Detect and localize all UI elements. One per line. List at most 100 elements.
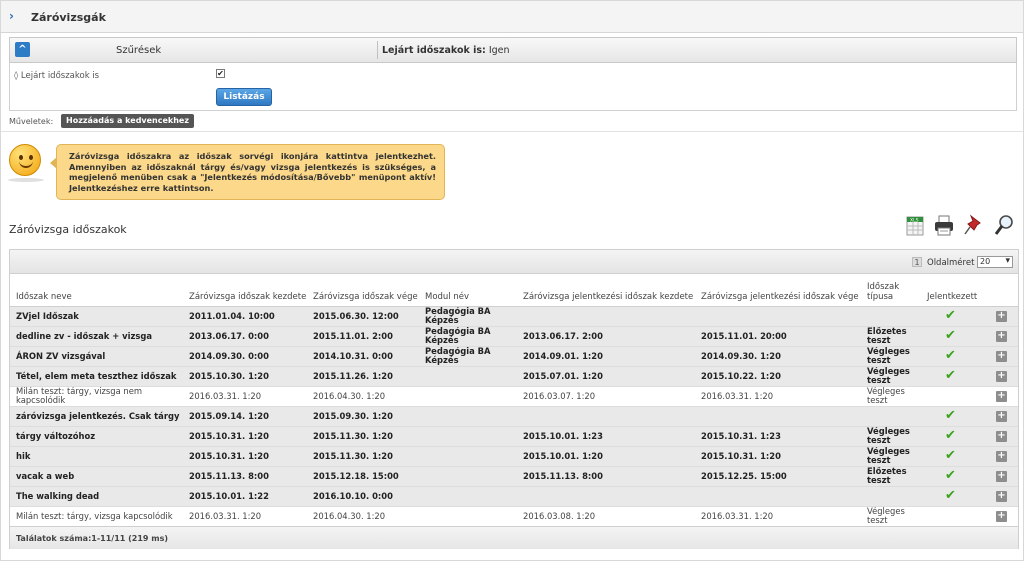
- table-row[interactable]: ZVjel Időszak 2011.01.04. 10:00 2015.06.30…: [10, 306, 1018, 327]
- filter-summary-label: Lejárt időszakok is:: [382, 45, 486, 56]
- period-type-cell: [861, 406, 921, 427]
- row-menu-plus-icon[interactable]: +: [996, 490, 1007, 502]
- period-end-cell: 2015.11.30. 1:20: [307, 426, 419, 447]
- row-menu-plus-icon[interactable]: +: [996, 430, 1007, 442]
- application-start-cell: 2015.10.01. 1:23: [517, 426, 695, 447]
- period-name-cell: tárgy változóhoz: [10, 426, 183, 447]
- table-row[interactable]: The walking dead 2015.10.01. 1:22 2016.10.…: [10, 486, 1018, 507]
- column-header[interactable]: Időszak típusa: [861, 274, 921, 307]
- row-menu-plus-icon[interactable]: +: [996, 350, 1007, 362]
- application-end-cell: 2015.11.01. 20:00: [695, 326, 861, 347]
- table-row[interactable]: hik 2015.10.31. 1:20 2015.11.30. 1:20 2015.…: [10, 446, 1018, 467]
- application-start-cell: 2015.07.01. 1:20: [517, 366, 695, 387]
- period-end-cell: 2016.04.30. 1:20: [307, 506, 419, 527]
- column-header[interactable]: Jelentkezett: [921, 274, 986, 307]
- expired-periods-checkbox[interactable]: ✔: [216, 69, 225, 78]
- page-size-label: Oldalméret: [927, 258, 975, 268]
- period-name-cell: The walking dead: [10, 486, 183, 507]
- applied-cell: ✔: [921, 426, 986, 447]
- table-row[interactable]: Milán teszt: tárgy, vizsga nem kapcsolód…: [10, 386, 1018, 407]
- module-name-cell: [419, 486, 517, 507]
- table-row[interactable]: Milán teszt: tárgy, vizsga kapcsolódik 20…: [10, 506, 1018, 527]
- table-row[interactable]: ÁRON ZV vizsgával 2014.09.30. 0:00 2014.10…: [10, 346, 1018, 367]
- period-type-cell: [861, 486, 921, 507]
- period-name-cell: Tétel, elem meta teszthez időszak: [10, 366, 183, 387]
- row-menu-plus-icon[interactable]: +: [996, 510, 1007, 522]
- checkmark-icon: ✔: [945, 348, 956, 363]
- period-start-cell: 2015.10.31. 1:20: [183, 446, 307, 467]
- row-menu-plus-icon[interactable]: +: [996, 410, 1007, 422]
- checkmark-icon: ✔: [945, 448, 956, 463]
- row-menu-plus-icon[interactable]: +: [996, 450, 1007, 462]
- application-start-cell: 2015.10.01. 1:20: [517, 446, 695, 467]
- checkmark-icon: ✔: [945, 308, 956, 323]
- module-name-cell: [419, 446, 517, 467]
- table-row[interactable]: tárgy változóhoz 2015.10.31. 1:20 2015.11.…: [10, 426, 1018, 447]
- print-icon[interactable]: [933, 213, 955, 237]
- period-name-cell: ÁRON ZV vizsgával: [10, 346, 183, 367]
- period-end-cell: 2015.12.18. 15:00: [307, 466, 419, 487]
- title-bar: › Záróvizsgák: [1, 1, 1023, 33]
- period-end-cell: 2016.10.10. 0:00: [307, 486, 419, 507]
- column-header[interactable]: Záróvizsga időszak kezdete: [183, 274, 307, 307]
- application-start-cell: 2014.09.01. 1:20: [517, 346, 695, 367]
- module-name-cell: Pedagógia BA Képzés: [419, 326, 517, 347]
- row-action-cell: +: [986, 386, 1018, 407]
- column-header[interactable]: Időszak neve: [10, 274, 183, 307]
- table-row[interactable]: vacak a web 2015.11.13. 8:00 2015.12.18. 1…: [10, 466, 1018, 487]
- list-button[interactable]: Listázás: [216, 88, 272, 106]
- module-name-cell: [419, 386, 517, 407]
- application-end-cell: [695, 486, 861, 507]
- application-end-cell: 2016.03.31. 1:20: [695, 386, 861, 407]
- checkmark-icon: ✔: [945, 328, 956, 343]
- period-name-cell: vacak a web: [10, 466, 183, 487]
- add-to-favorites-button[interactable]: Hozzáadás a kedvencekhez: [61, 114, 195, 128]
- period-type-cell: Végleges teszt: [861, 366, 921, 387]
- table-row[interactable]: záróvizsga jelentkezés. Csak tárgy 2015.0…: [10, 406, 1018, 427]
- period-start-cell: 2011.01.04. 10:00: [183, 306, 307, 327]
- window: › Záróvizsgák ^ Szűrések Lejárt időszako…: [0, 0, 1024, 561]
- period-type-cell: Előzetes teszt: [861, 466, 921, 487]
- application-start-cell: [517, 486, 695, 507]
- column-header[interactable]: Záróvizsga jelentkezési időszak vége: [695, 274, 861, 307]
- row-menu-plus-icon[interactable]: +: [996, 310, 1007, 322]
- column-header[interactable]: Záróvizsga jelentkezési időszak kezdete: [517, 274, 695, 307]
- collapse-filter-icon[interactable]: ^: [15, 42, 30, 57]
- row-action-cell: +: [986, 346, 1018, 367]
- checkmark-icon: ✔: [945, 488, 956, 503]
- row-action-cell: +: [986, 486, 1018, 507]
- pin-icon[interactable]: [963, 213, 985, 237]
- row-action-cell: +: [986, 426, 1018, 447]
- table-header-row: Időszak neve Záróvizsga időszak kezdete …: [10, 274, 1018, 307]
- period-start-cell: 2015.10.01. 1:22: [183, 486, 307, 507]
- periods-table: Időszak neve Záróvizsga időszak kezdete …: [10, 274, 1018, 527]
- application-end-cell: 2015.10.31. 1:20: [695, 446, 861, 467]
- column-header[interactable]: Záróvizsga időszak vége: [307, 274, 419, 307]
- period-name-cell: Milán teszt: tárgy, vizsga nem kapcsolód…: [10, 386, 183, 407]
- column-header[interactable]: Modul név: [419, 274, 517, 307]
- period-start-cell: 2016.03.31. 1:20: [183, 386, 307, 407]
- excel-export-icon[interactable]: XLS: [904, 213, 926, 237]
- checkmark-icon: ✔: [945, 408, 956, 423]
- page-number[interactable]: 1: [912, 257, 922, 267]
- row-menu-plus-icon[interactable]: +: [996, 370, 1007, 382]
- period-type-cell: Végleges teszt: [861, 426, 921, 447]
- section-title: Záróvizsga időszakok: [9, 223, 127, 236]
- application-end-cell: [695, 406, 861, 427]
- application-start-cell: 2015.11.13. 8:00: [517, 466, 695, 487]
- period-name-cell: dedline zv - időszak + vizsga: [10, 326, 183, 347]
- period-end-cell: 2015.11.01. 2:00: [307, 326, 419, 347]
- row-menu-plus-icon[interactable]: +: [996, 470, 1007, 482]
- table-row[interactable]: dedline zv - időszak + vizsga 2013.06.17.…: [10, 326, 1018, 347]
- applied-cell: [921, 386, 986, 407]
- table-body: ZVjel Időszak 2011.01.04. 10:00 2015.06.30…: [10, 306, 1018, 527]
- page-size-select[interactable]: 20: [977, 256, 1013, 268]
- row-menu-plus-icon[interactable]: +: [996, 330, 1007, 342]
- periods-grid: 1 Oldalméret 20 Időszak neve Záróvizsga …: [9, 249, 1019, 549]
- row-menu-plus-icon[interactable]: +: [996, 390, 1007, 402]
- row-action-cell: +: [986, 406, 1018, 427]
- result-count-bar: Találatok száma:1-11/11 (219 ms): [10, 526, 1018, 549]
- search-icon[interactable]: [993, 213, 1015, 237]
- applied-cell: ✔: [921, 306, 986, 327]
- table-row[interactable]: Tétel, elem meta teszthez időszak 2015.10…: [10, 366, 1018, 387]
